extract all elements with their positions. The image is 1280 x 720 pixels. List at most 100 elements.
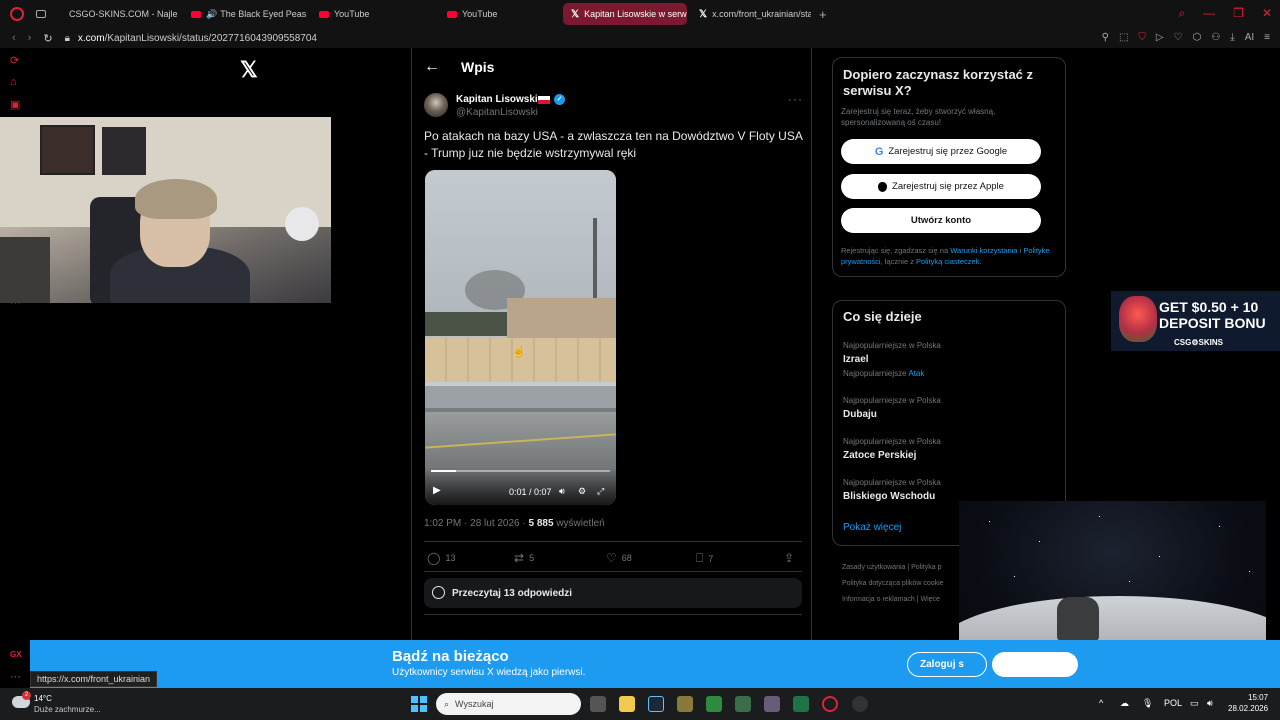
opera-logo-icon[interactable]: [10, 7, 24, 21]
maximize-icon[interactable]: ❐: [1233, 6, 1244, 21]
fullscreen-icon[interactable]: ⤢: [597, 486, 604, 497]
lock-icon[interactable]: 🔒︎: [65, 33, 70, 44]
like-button[interactable]: ♡ 68: [606, 551, 632, 565]
trend-item-izrael[interactable]: Izrael: [843, 354, 869, 365]
footer-link-row[interactable]: Informacja o reklamach | Więce: [842, 592, 962, 608]
windows-start-icon[interactable]: [411, 696, 427, 712]
control-icon[interactable]: ⟳: [10, 54, 19, 67]
apple-signup-button[interactable]: Zarejestruj się przez Apple: [841, 174, 1041, 199]
clock-time[interactable]: 15:07: [1248, 693, 1268, 702]
more-options-icon[interactable]: ···: [788, 92, 803, 106]
tab-kapitan-lisowski[interactable]: 𝕏 Kapitan Lisowskiе w serw: [563, 3, 687, 25]
workspaces-icon[interactable]: [36, 10, 46, 18]
show-more-link[interactable]: Pokaż więcej: [843, 522, 901, 533]
task-view-icon[interactable]: [590, 696, 606, 712]
volume-icon[interactable]: 🔊︎: [1207, 698, 1213, 709]
shield-icon[interactable]: ⛉: [1138, 32, 1146, 43]
tab-csgo-skins[interactable]: CSGO-SKINS.COM - Najle: [56, 3, 179, 25]
app-icon[interactable]: [706, 696, 722, 712]
google-signup-button[interactable]: G Zarejestruj się przez Google: [841, 139, 1041, 164]
trend-item-dubaju[interactable]: Dubaju: [843, 409, 877, 420]
sidebar-settings-icon[interactable]: ⋯: [10, 670, 21, 683]
tab-front-ukrainian[interactable]: 𝕏 x.com/front_ukrainian/stat: [691, 3, 811, 25]
back-arrow-icon[interactable]: ←: [424, 58, 440, 76]
footer-link-row[interactable]: Polityka dotycząca plików cookie: [842, 576, 962, 592]
post-timestamp[interactable]: 1:02 PM · 28 lut 2026 ·: [424, 518, 529, 529]
ai-icon[interactable]: AI: [1245, 32, 1254, 43]
author-avatar[interactable]: [424, 93, 448, 117]
login-button[interactable]: Zaloguj s: [907, 652, 987, 677]
tab-black-eyed-peas[interactable]: 🔊 The Black Eyed Peas: [183, 3, 307, 25]
network-icon[interactable]: ▭: [1190, 698, 1199, 709]
app-icon[interactable]: [735, 696, 751, 712]
tray-expand-icon[interactable]: ^: [1099, 698, 1103, 708]
volume-icon[interactable]: 🔊︎: [559, 486, 565, 497]
pin-icon[interactable]: ⚲: [1102, 32, 1109, 43]
snapshot-icon[interactable]: ⬚: [1119, 32, 1128, 43]
profile-icon[interactable]: ⚇: [1211, 32, 1220, 43]
login-banner: Bądź na bieżąco Użytkownicy serwisu X wi…: [30, 640, 1280, 688]
bookmark-count: 7: [708, 553, 714, 564]
verified-badge-icon[interactable]: ✓: [554, 94, 565, 105]
excel-icon[interactable]: [793, 696, 809, 712]
trend-item-bliskiego-wschodu[interactable]: Bliskiego Wschodu: [843, 491, 935, 502]
file-explorer-icon[interactable]: [619, 696, 635, 712]
bookmark-button[interactable]: ⎕ 7: [696, 551, 713, 566]
trend-item-zatoce-perskiej[interactable]: Zatoce Perskiej: [843, 450, 916, 461]
star: [1219, 526, 1220, 527]
reply-button[interactable]: ◯ 13: [427, 551, 455, 565]
tray-app-icon[interactable]: ☁: [1120, 698, 1129, 709]
heart-icon[interactable]: ♡: [1174, 32, 1183, 43]
video-progress-bar[interactable]: [431, 470, 610, 472]
trend-link-atak[interactable]: Atak: [908, 369, 924, 378]
steam-icon[interactable]: [648, 696, 664, 712]
weather-temperature[interactable]: 14°C: [34, 694, 52, 703]
star: [1014, 576, 1015, 577]
tab-label: YouTube: [334, 9, 370, 19]
play-icon[interactable]: ▷: [1156, 32, 1164, 43]
settings-gear-icon[interactable]: ⚙: [578, 486, 586, 497]
url-field[interactable]: x.com/KapitanLisowski/status/20277160439…: [78, 33, 317, 44]
tab-youtube-2[interactable]: YouTube: [439, 3, 559, 25]
create-account-button[interactable]: Utwórz konto: [841, 208, 1041, 233]
app-icon[interactable]: [852, 696, 868, 712]
trend-meta: Najpopularniejsze w Polska: [843, 478, 941, 487]
microphone-icon[interactable]: 🎙︎: [1142, 698, 1153, 709]
reload-icon[interactable]: ↻: [43, 32, 52, 45]
share-button[interactable]: ⇪: [784, 551, 794, 565]
terms-link[interactable]: Warunki korzystania: [950, 246, 1017, 255]
bag-icon[interactable]: ⌂: [10, 76, 17, 88]
minimize-icon[interactable]: —: [1203, 6, 1215, 21]
opera-gx-icon[interactable]: [822, 696, 838, 712]
close-icon[interactable]: ✕: [1262, 6, 1272, 21]
cookies-link[interactable]: Polityką ciasteczek: [916, 257, 979, 266]
video-player[interactable]: ▶ 0:01 / 0:07 🔊︎ ⚙ ⤢ ☝: [425, 170, 616, 505]
play-icon[interactable]: ▶: [433, 485, 441, 496]
legal-text: Rejestrując się, zgadzasz się na: [841, 246, 951, 255]
app-icon[interactable]: [677, 696, 693, 712]
menu-icon[interactable]: ≡: [1264, 32, 1270, 43]
language-indicator[interactable]: POL: [1164, 698, 1182, 708]
cube-icon[interactable]: ⬡: [1193, 32, 1202, 43]
author-name[interactable]: Kapitan Lisowski: [456, 94, 538, 105]
read-replies-button[interactable]: Przeczytaj 13 odpowiedzi: [424, 578, 802, 608]
author-handle[interactable]: @KapitanLisowski: [456, 107, 538, 118]
repost-button[interactable]: ⇄ 5: [514, 551, 534, 565]
x-logo-icon[interactable]: 𝕏: [240, 57, 258, 83]
download-icon[interactable]: ⤓: [1230, 32, 1234, 43]
clock-date[interactable]: 28.02.2026: [1228, 704, 1268, 713]
gx-corner-label[interactable]: GX: [10, 650, 22, 659]
weather-condition[interactable]: Duże zachmurze...: [34, 705, 101, 714]
back-nav-icon[interactable]: ‹: [12, 32, 16, 44]
search-tabs-icon[interactable]: ⌕: [1178, 6, 1185, 21]
footer-link-row[interactable]: Zasady użytkowania | Polityka p: [842, 560, 962, 576]
app-icon[interactable]: [764, 696, 780, 712]
chat-icon[interactable]: ▣: [10, 98, 20, 111]
forward-nav-icon[interactable]: ›: [28, 32, 32, 44]
tab-youtube-1[interactable]: YouTube: [311, 3, 435, 25]
speaker-icon[interactable]: 🔊: [206, 9, 217, 20]
taskbar-search[interactable]: ⌕ Wyszukaj: [436, 693, 581, 715]
register-button[interactable]: [992, 652, 1078, 677]
csgo-skins-ad[interactable]: GET $0.50 + 10 DEPOSIT BONU CSG⚙SKINS: [1111, 291, 1280, 351]
new-tab-plus-icon[interactable]: +: [819, 7, 827, 22]
